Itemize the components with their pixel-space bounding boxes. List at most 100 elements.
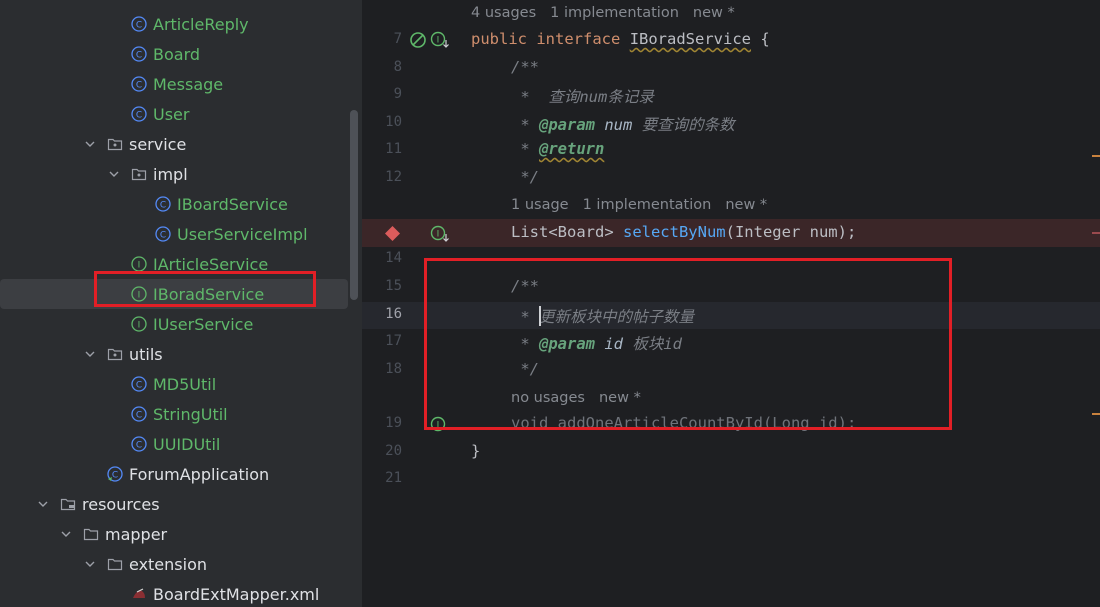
author-hint: new * [692, 5, 735, 21]
code-line-17[interactable]: * @param id 板块id [511, 332, 682, 354]
usages-hint[interactable]: no usages [511, 390, 585, 406]
svg-text:I: I [437, 230, 440, 240]
line-number: 21 [385, 470, 402, 486]
tree-scrollbar[interactable] [350, 110, 358, 300]
line-number: 19 [385, 415, 402, 431]
tree-item-extension[interactable]: extension [0, 549, 348, 579]
method-params: (Integer num); [725, 223, 857, 241]
code-line-20[interactable]: } [471, 442, 480, 460]
class-icon: C [131, 436, 147, 452]
code-line-7[interactable]: public interface IBoradService { [471, 30, 770, 48]
warning-stripe-marker[interactable] [1092, 155, 1100, 157]
implemented-method-icon[interactable]: I [430, 225, 450, 247]
usages-hint[interactable]: 4 usages [471, 5, 536, 21]
tree-item-iboradservice[interactable]: I IBoradService [0, 279, 348, 309]
code-line-13[interactable]: List<Board> selectByNum(Integer num); [511, 223, 856, 241]
tree-item-stringutil[interactable]: C StringUtil [0, 399, 348, 429]
chevron-down-icon[interactable] [83, 137, 97, 151]
interface-name: IBoradService [629, 30, 752, 48]
line-number: 11 [385, 141, 402, 157]
line-number: 9 [393, 86, 402, 102]
tree-item-label: IBoradService [153, 284, 265, 304]
chevron-down-icon[interactable] [59, 527, 73, 541]
code-line-12[interactable]: */ [511, 168, 539, 186]
tree-item-label: service [129, 134, 187, 154]
tree-item-iboardservice[interactable]: C IBoardService [0, 189, 348, 219]
doc-param-name: num [595, 116, 633, 134]
spring-class-icon: C [107, 466, 123, 482]
text-caret [539, 306, 541, 326]
tree-item-label: ForumApplication [129, 464, 270, 484]
tree-item-label: utils [129, 344, 163, 364]
usages-hint[interactable]: 1 usage [511, 197, 569, 213]
method-name-unused: addOneArticleCountById [548, 414, 763, 432]
inlay-hint-select-by-num[interactable]: 1 usage 1 implementation new * [511, 197, 781, 213]
class-icon: C [155, 196, 171, 212]
implementations-hint[interactable]: 1 implementation [550, 5, 679, 21]
tree-item-mapper[interactable]: mapper [0, 519, 348, 549]
svg-text:C: C [136, 21, 142, 31]
chevron-down-icon[interactable] [83, 557, 97, 571]
tree-item-forumapplication[interactable]: C ForumApplication [0, 459, 348, 489]
code-line-10[interactable]: * @param num 要查询的条数 [511, 113, 735, 135]
tree-item-label: Board [153, 44, 201, 64]
svg-text:C: C [112, 471, 118, 481]
tree-item-message[interactable]: C Message [0, 69, 348, 99]
code-line-18[interactable]: */ [511, 360, 539, 378]
tree-item-uuidutil[interactable]: C UUIDUtil [0, 429, 348, 459]
breakpoint-stripe-marker[interactable] [1092, 232, 1100, 234]
code-line-8[interactable]: /** [511, 58, 539, 76]
tree-item-md5util[interactable]: C MD5Util [0, 369, 348, 399]
keyword: void [511, 414, 549, 432]
code-line-15[interactable]: /** [511, 277, 539, 295]
code-line-19[interactable]: void addOneArticleCountById(Long id); [511, 414, 856, 432]
return-type: List<Board> [511, 223, 623, 241]
tree-item-impl[interactable]: impl [0, 159, 348, 189]
line-number: 7 [393, 31, 402, 47]
line-number: 17 [385, 333, 402, 349]
tree-item-boardextmapper-xml[interactable]: BoardExtMapper.xml [0, 579, 348, 607]
line-number-current: 16 [385, 306, 402, 322]
doc-comment: 板块id [623, 335, 682, 353]
tree-item-label: ArticleReply [153, 14, 249, 34]
tree-item-label: IUserService [153, 314, 254, 334]
line-number: 20 [385, 443, 402, 459]
tree-item-user[interactable]: C User [0, 99, 348, 129]
tree-item-userserviceimpl[interactable]: C UserServiceImpl [0, 219, 348, 249]
no-edit-icon[interactable] [409, 31, 427, 53]
warning-stripe-marker[interactable] [1092, 413, 1100, 415]
line-number: 15 [385, 278, 402, 294]
implemented-method-icon[interactable]: I [430, 416, 450, 438]
tree-item-iuserservice[interactable]: I IUserService [0, 309, 348, 339]
inlay-hint-interface[interactable]: 4 usages 1 implementation new * [471, 5, 749, 21]
tree-item-resources[interactable]: resources [0, 489, 348, 519]
keyword: interface [536, 30, 621, 48]
tree-item-service[interactable]: service [0, 129, 348, 159]
tree-item-iarticleservice[interactable]: I IArticleService [0, 249, 348, 279]
current-line-highlight [362, 302, 1100, 329]
doc-tag: @return [539, 140, 605, 158]
interface-icon: I [131, 256, 147, 272]
doc-comment: 要查询的条数 [632, 116, 735, 134]
inlay-hint-add-count[interactable]: no usages new * [511, 390, 655, 406]
chevron-down-icon[interactable] [36, 497, 50, 511]
breakpoint-icon[interactable] [384, 225, 401, 246]
class-icon: C [131, 16, 147, 32]
project-tree: C ArticleReply C Board C Message C User … [0, 0, 362, 607]
class-icon: C [131, 46, 147, 62]
class-icon: C [131, 406, 147, 422]
tree-item-board[interactable]: C Board [0, 39, 348, 69]
code-editor[interactable]: 7 8 9 10 11 12 14 15 16 17 18 19 20 21 I… [362, 0, 1100, 607]
doc-comment: * [511, 116, 539, 134]
folder-icon [107, 556, 123, 572]
tree-item-utils[interactable]: utils [0, 339, 348, 369]
interface-icon: I [131, 286, 147, 302]
implementations-hint[interactable]: 1 implementation [583, 197, 712, 213]
doc-comment: */ [511, 168, 539, 186]
implemented-interface-icon[interactable]: I [430, 31, 450, 53]
code-line-11[interactable]: * @return [511, 140, 604, 158]
chevron-down-icon[interactable] [83, 347, 97, 361]
chevron-down-icon[interactable] [107, 167, 121, 181]
tree-item-articlereply[interactable]: C ArticleReply [0, 9, 348, 39]
code-line-9[interactable]: * 查询num条记录 [511, 85, 654, 107]
